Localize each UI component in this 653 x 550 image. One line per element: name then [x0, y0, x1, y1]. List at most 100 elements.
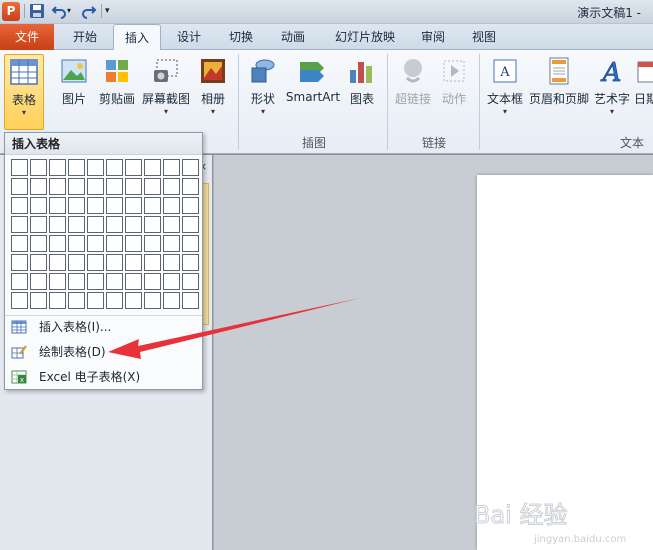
grid-cell[interactable]	[163, 273, 180, 290]
grid-cell[interactable]	[30, 254, 47, 271]
grid-cell[interactable]	[87, 273, 104, 290]
hyperlink-button[interactable]: 超链接	[392, 54, 434, 118]
excel-spreadsheet-menu-item[interactable]: x Excel 电子表格(X)	[5, 366, 202, 388]
customize-qat-icon[interactable]: ▾	[105, 3, 121, 19]
grid-cell[interactable]	[144, 197, 161, 214]
grid-cell[interactable]	[30, 159, 47, 176]
tab-insert[interactable]: 插入	[113, 24, 161, 51]
grid-cell[interactable]	[182, 235, 199, 252]
grid-cell[interactable]	[68, 273, 85, 290]
picture-button[interactable]: 图片	[57, 54, 91, 118]
grid-cell[interactable]	[163, 216, 180, 233]
grid-cell[interactable]	[30, 216, 47, 233]
grid-cell[interactable]	[87, 159, 104, 176]
grid-cell[interactable]	[68, 235, 85, 252]
grid-cell[interactable]	[144, 235, 161, 252]
tab-review[interactable]: 审阅	[412, 24, 454, 50]
slide-canvas[interactable]	[477, 175, 653, 550]
chart-button[interactable]: 图表	[345, 54, 379, 118]
tab-transitions[interactable]: 切换	[218, 24, 264, 50]
grid-cell[interactable]	[106, 254, 123, 271]
grid-cell[interactable]	[125, 254, 142, 271]
action-button[interactable]: 动作	[437, 54, 471, 118]
grid-cell[interactable]	[30, 235, 47, 252]
grid-cell[interactable]	[182, 159, 199, 176]
grid-cell[interactable]	[30, 273, 47, 290]
grid-cell[interactable]	[87, 235, 104, 252]
grid-cell[interactable]	[11, 216, 28, 233]
grid-cell[interactable]	[182, 292, 199, 309]
grid-cell[interactable]	[163, 235, 180, 252]
grid-cell[interactable]	[49, 254, 66, 271]
draw-table-menu-item[interactable]: 绘制表格(D)	[5, 341, 202, 363]
grid-cell[interactable]	[49, 235, 66, 252]
grid-cell[interactable]	[30, 292, 47, 309]
grid-cell[interactable]	[125, 159, 142, 176]
grid-cell[interactable]	[11, 159, 28, 176]
grid-cell[interactable]	[106, 235, 123, 252]
tab-file[interactable]: 文件	[0, 24, 54, 50]
album-button[interactable]: 相册 ▾	[196, 54, 230, 118]
grid-cell[interactable]	[144, 178, 161, 195]
shapes-button[interactable]: 形状 ▾	[246, 54, 280, 118]
header-footer-button[interactable]: 页眉和页脚	[528, 54, 590, 118]
grid-cell[interactable]	[68, 178, 85, 195]
grid-cell[interactable]	[49, 292, 66, 309]
grid-cell[interactable]	[68, 216, 85, 233]
grid-cell[interactable]	[182, 216, 199, 233]
grid-cell[interactable]	[163, 254, 180, 271]
grid-cell[interactable]	[30, 178, 47, 195]
grid-cell[interactable]	[144, 216, 161, 233]
tab-design[interactable]: 设计	[166, 24, 212, 50]
tab-home[interactable]: 开始	[61, 24, 109, 50]
grid-cell[interactable]	[163, 178, 180, 195]
grid-cell[interactable]	[125, 197, 142, 214]
grid-cell[interactable]	[106, 273, 123, 290]
grid-cell[interactable]	[106, 197, 123, 214]
grid-cell[interactable]	[106, 216, 123, 233]
grid-cell[interactable]	[144, 159, 161, 176]
grid-cell[interactable]	[106, 292, 123, 309]
grid-cell[interactable]	[144, 254, 161, 271]
grid-cell[interactable]	[30, 197, 47, 214]
grid-cell[interactable]	[87, 216, 104, 233]
insert-table-menu-item[interactable]: 插入表格(I)...	[5, 316, 202, 338]
undo-icon[interactable]	[51, 3, 67, 19]
grid-cell[interactable]	[125, 216, 142, 233]
grid-cell[interactable]	[125, 273, 142, 290]
clipart-button[interactable]: 剪贴画	[96, 54, 138, 118]
wordart-button[interactable]: A 艺术字 ▾	[592, 54, 632, 118]
grid-cell[interactable]	[49, 197, 66, 214]
date-button[interactable]: 日期	[634, 54, 653, 118]
grid-cell[interactable]	[87, 292, 104, 309]
smartart-button[interactable]: SmartArt	[285, 54, 341, 118]
grid-cell[interactable]	[182, 178, 199, 195]
tab-view[interactable]: 视图	[462, 24, 506, 50]
undo-dropdown-icon[interactable]: ▾	[67, 3, 75, 19]
screenshot-button[interactable]: 屏幕截图 ▾	[140, 54, 192, 118]
grid-cell[interactable]	[68, 197, 85, 214]
grid-cell[interactable]	[87, 178, 104, 195]
grid-cell[interactable]	[163, 159, 180, 176]
grid-cell[interactable]	[68, 254, 85, 271]
grid-cell[interactable]	[125, 235, 142, 252]
grid-cell[interactable]	[182, 197, 199, 214]
grid-cell[interactable]	[11, 273, 28, 290]
grid-cell[interactable]	[49, 273, 66, 290]
grid-cell[interactable]	[125, 178, 142, 195]
grid-cell[interactable]	[11, 235, 28, 252]
grid-cell[interactable]	[144, 292, 161, 309]
grid-cell[interactable]	[49, 216, 66, 233]
grid-cell[interactable]	[11, 178, 28, 195]
redo-icon[interactable]	[81, 3, 97, 19]
grid-cell[interactable]	[106, 178, 123, 195]
grid-cell[interactable]	[182, 254, 199, 271]
grid-cell[interactable]	[11, 254, 28, 271]
tab-slideshow[interactable]: 幻灯片放映	[324, 24, 406, 50]
textbox-button[interactable]: A 文本框 ▾	[484, 54, 526, 118]
grid-cell[interactable]	[49, 159, 66, 176]
grid-cell[interactable]	[163, 197, 180, 214]
grid-cell[interactable]	[49, 178, 66, 195]
grid-cell[interactable]	[87, 197, 104, 214]
tab-animations[interactable]: 动画	[270, 24, 316, 50]
